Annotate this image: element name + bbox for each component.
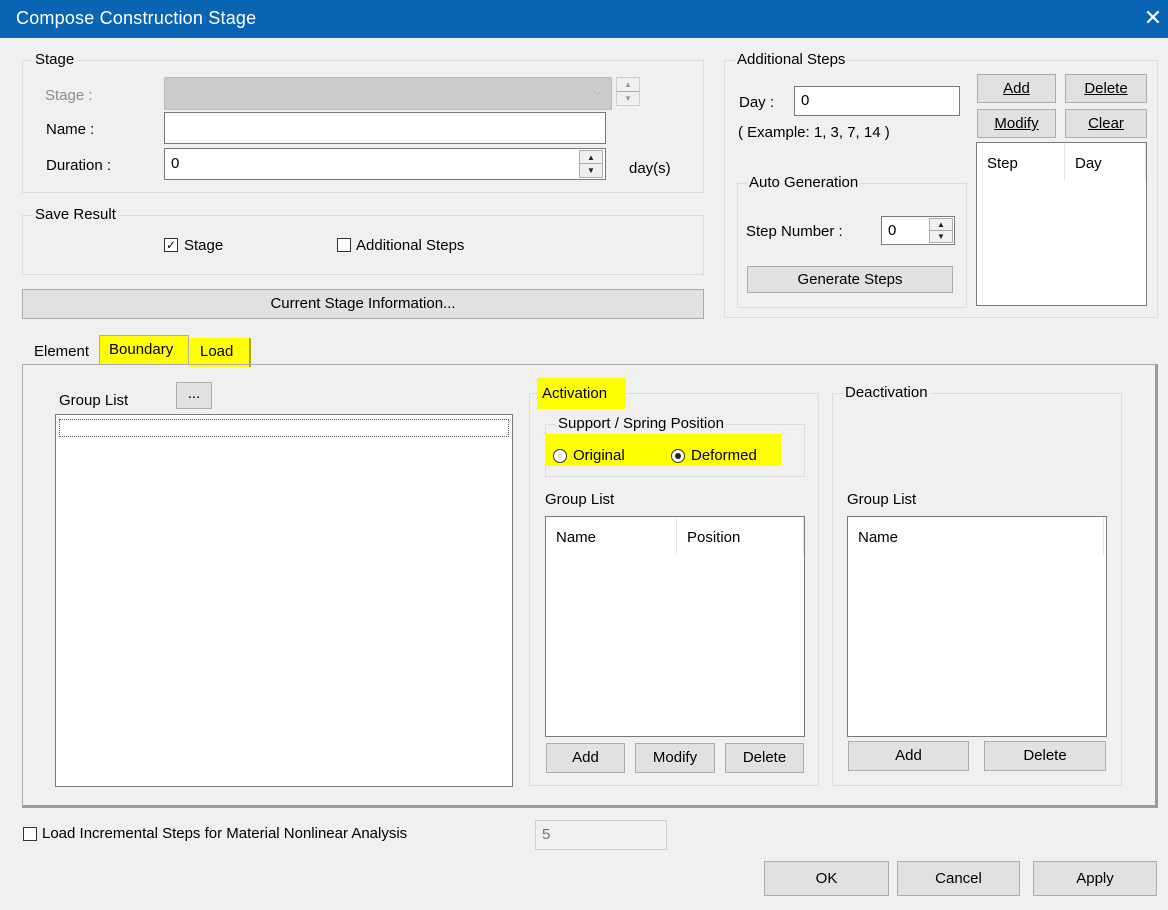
steps-column-step[interactable]: Step: [977, 143, 1065, 181]
deformed-radio-label: Deformed: [691, 447, 757, 464]
stage-select: ⌵: [164, 77, 612, 110]
stage-group-label: Stage: [33, 51, 77, 68]
load-incremental-checkbox[interactable]: [23, 827, 37, 841]
group-list-label: Group List: [59, 392, 129, 409]
deactivation-column-name[interactable]: Name: [848, 517, 1104, 555]
activation-column-position[interactable]: Position: [677, 517, 804, 555]
steps-column-day[interactable]: Day: [1065, 143, 1146, 181]
tab-element[interactable]: Element: [34, 343, 89, 360]
tab-boundary[interactable]: Boundary: [99, 335, 189, 365]
stage-checkbox-label: Stage: [184, 237, 224, 254]
deformed-radio[interactable]: [671, 449, 685, 463]
deactivation-delete-button[interactable]: Delete: [984, 741, 1106, 771]
deactivation-group-list-label: Group List: [847, 491, 917, 508]
steps-delete-button[interactable]: Delete: [1065, 74, 1147, 103]
group-list-focus-item[interactable]: [59, 419, 509, 437]
original-radio-label: Original: [573, 447, 625, 464]
load-incremental-input: 5: [535, 820, 667, 850]
title-bar: Compose Construction Stage ✕: [0, 0, 1168, 38]
activation-group-list[interactable]: Name Position: [545, 516, 805, 737]
additional-steps-label: Additional Steps: [735, 51, 848, 68]
stage-label: Stage :: [45, 87, 93, 104]
duration-label: Duration :: [46, 157, 112, 174]
activation-add-button[interactable]: Add: [546, 743, 625, 773]
current-stage-info-button[interactable]: Current Stage Information...: [22, 289, 704, 319]
ok-button[interactable]: OK: [764, 861, 889, 896]
activation-group-list-label: Group List: [545, 491, 615, 508]
generate-steps-button[interactable]: Generate Steps: [747, 266, 953, 293]
additional-steps-checkbox-label: Additional Steps: [356, 237, 465, 254]
original-radio[interactable]: [553, 449, 567, 463]
load-incremental-label: Load Incremental Steps for Material Nonl…: [42, 825, 408, 842]
day-example: ( Example: 1, 3, 7, 14 ): [738, 124, 890, 141]
window-title: Compose Construction Stage: [16, 8, 257, 28]
duration-input[interactable]: 0: [164, 148, 606, 180]
auto-generation-label: Auto Generation: [747, 174, 861, 191]
close-icon[interactable]: ✕: [1140, 4, 1166, 32]
apply-button[interactable]: Apply: [1033, 861, 1157, 896]
duration-unit: day(s): [629, 160, 671, 177]
activation-modify-button[interactable]: Modify: [635, 743, 715, 773]
day-label: Day :: [739, 94, 775, 111]
steps-modify-button[interactable]: Modify: [977, 109, 1056, 138]
step-number-label: Step Number :: [746, 223, 843, 240]
day-input[interactable]: 0: [794, 86, 960, 116]
group-list-box[interactable]: [55, 414, 513, 787]
dialog-body: Stage Stage : ⌵ ▲ ▼ Name : Duration : 0 ▲…: [0, 38, 1168, 910]
activation-delete-button[interactable]: Delete: [725, 743, 804, 773]
cancel-button[interactable]: Cancel: [897, 861, 1020, 896]
deactivation-add-button[interactable]: Add: [848, 741, 969, 771]
deactivation-label: Deactivation: [843, 384, 930, 401]
save-result-label: Save Result: [33, 206, 118, 223]
activation-label: Activation: [537, 378, 626, 409]
support-spring-label: Support / Spring Position: [556, 415, 726, 432]
additional-steps-checkbox[interactable]: [337, 238, 351, 252]
tab-load[interactable]: Load: [189, 338, 251, 367]
group-list-ellipsis-button[interactable]: ...: [176, 382, 212, 409]
duration-spin-icon[interactable]: ▲ ▼: [579, 150, 603, 178]
chevron-down-icon: ⌵: [593, 86, 602, 98]
step-number-spin-icon[interactable]: ▲ ▼: [929, 218, 953, 243]
stage-checkbox[interactable]: ✓: [164, 238, 178, 252]
deactivation-group-list[interactable]: Name: [847, 516, 1107, 737]
name-label: Name :: [46, 121, 95, 138]
steps-add-button[interactable]: Add: [977, 74, 1056, 103]
activation-column-name[interactable]: Name: [546, 517, 677, 555]
name-input[interactable]: [164, 112, 606, 144]
stage-spin-icon: ▲ ▼: [616, 77, 640, 106]
steps-clear-button[interactable]: Clear: [1065, 109, 1147, 138]
steps-list[interactable]: Step Day: [976, 142, 1147, 306]
